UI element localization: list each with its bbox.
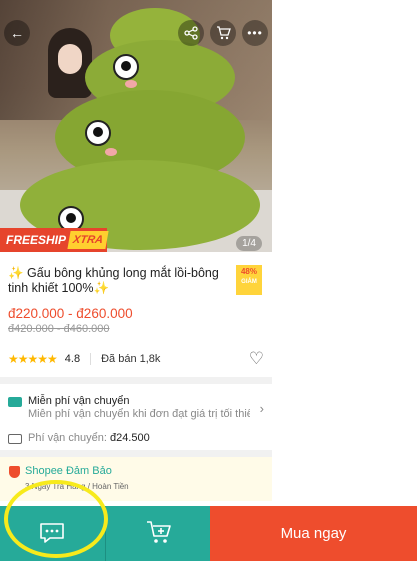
- shipping-fee-row: Phí vận chuyển: đ24.500: [8, 432, 266, 446]
- freeship-badge: FREESHIP XTRA: [0, 228, 109, 252]
- plush-eye: [85, 120, 111, 146]
- bottom-action-bar: Mua ngay: [0, 506, 417, 561]
- add-to-cart-icon: [147, 521, 171, 543]
- section-divider: [0, 450, 272, 457]
- share-button[interactable]: [178, 20, 204, 46]
- plush-cheek: [125, 80, 137, 88]
- image-person-face: [58, 44, 82, 74]
- share-icon: [184, 26, 198, 40]
- free-shipping-subtitle: Miễn phí vận chuyển khi đơn đạt giá trị …: [28, 408, 250, 420]
- discount-badge: 48% GIẢM: [236, 265, 262, 295]
- cart-icon: [216, 26, 231, 40]
- image-counter: 1/4: [236, 236, 262, 251]
- product-page: ← ••• FREESHIP XTRA 1/4 ✨ Gấu bông khủng…: [0, 0, 272, 561]
- plush-cheek: [105, 148, 117, 156]
- discount-percent: 48%: [240, 267, 257, 276]
- truck-icon: [8, 397, 22, 407]
- heart-icon[interactable]: ♡: [249, 349, 264, 369]
- rating-row: ★★★★★ 4.8 Đã bán 1,8k ♡: [8, 349, 264, 369]
- chat-button[interactable]: [0, 506, 105, 561]
- freeship-label: FREESHIP: [6, 233, 67, 247]
- product-price: đ220.000 - đ260.000: [8, 306, 133, 321]
- cart-button[interactable]: [210, 20, 236, 46]
- product-image-carousel[interactable]: ← ••• FREESHIP XTRA 1/4: [0, 0, 272, 252]
- sold-count: Đã bán 1,8k: [101, 353, 161, 365]
- section-divider: [0, 377, 272, 384]
- freeship-xtra-label: XTRA: [67, 231, 109, 249]
- free-shipping-title: Miễn phí vận chuyển: [28, 395, 130, 407]
- free-shipping-row[interactable]: Miễn phí vận chuyển Miễn phí vận chuyển …: [8, 395, 266, 425]
- guarantee-title: Shopee Đảm Bảo: [25, 465, 112, 477]
- add-to-cart-button[interactable]: [105, 506, 210, 561]
- shipping-fee-label: Phí vận chuyển:: [28, 432, 107, 444]
- buy-now-button[interactable]: Mua ngay: [210, 506, 417, 561]
- guarantee-subtitle: 3 Ngày Trả Hàng / Hoàn Tiền: [25, 482, 129, 491]
- discount-label: GIẢM: [241, 279, 257, 285]
- truck-outline-icon: [8, 434, 22, 444]
- plush-eye: [113, 54, 139, 80]
- shopee-guarantee-row[interactable]: Shopee Đảm Bảo 3 Ngày Trả Hàng / Hoàn Ti…: [0, 457, 272, 501]
- shield-icon: [9, 466, 20, 478]
- shipping-fee-value: đ24.500: [109, 432, 150, 444]
- rating-divider: [90, 353, 92, 365]
- chevron-right-icon: ›: [259, 401, 264, 416]
- rating-value: 4.8: [64, 353, 81, 365]
- product-title: ✨ Gấu bông khủng long mắt lồi-bông tinh …: [8, 266, 219, 295]
- more-icon: •••: [247, 26, 263, 40]
- rating-stars: ★★★★★: [8, 352, 58, 366]
- chat-icon: [40, 523, 64, 543]
- back-button[interactable]: ←: [4, 20, 30, 46]
- more-button[interactable]: •••: [242, 20, 268, 46]
- back-arrow-icon: ←: [10, 25, 24, 41]
- product-old-price: đ420.000 - đ460.000: [8, 323, 110, 335]
